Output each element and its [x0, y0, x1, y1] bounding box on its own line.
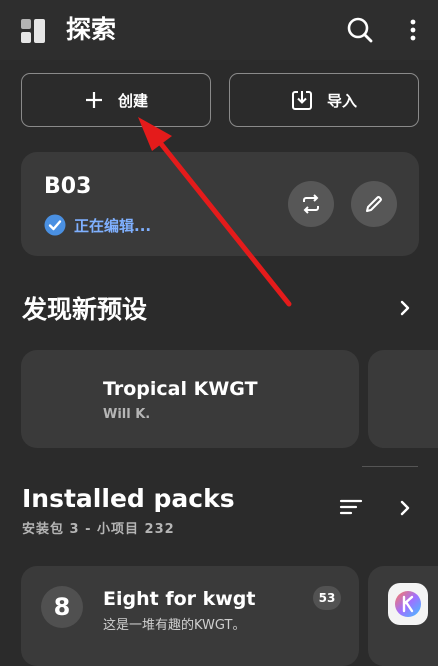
pack-count-badge: 53 [313, 586, 341, 610]
divider [362, 466, 418, 467]
create-button-label: 创建 [117, 91, 148, 110]
preset-card-next[interactable] [368, 350, 438, 448]
more-vert-icon[interactable] [404, 15, 422, 45]
preset-card-author: Will K. [103, 407, 151, 422]
preset-status-text: 正在编辑... [74, 216, 152, 235]
installed-heading: Installed packs [22, 484, 235, 513]
top-app-bar: 探索 [0, 0, 438, 60]
search-icon[interactable] [345, 15, 375, 45]
chevron-right-icon[interactable] [397, 498, 413, 518]
pack-card[interactable]: 8 Eight for kwgt 这是一堆有趣的KWGT。 53 [21, 566, 359, 666]
pack-description: 这是一堆有趣的KWGT。 [103, 618, 246, 633]
pencil-icon [366, 196, 382, 212]
discover-heading: 发现新预设 [22, 295, 148, 324]
import-button[interactable]: 导入 [229, 73, 419, 127]
preset-card-name: Tropical KWGT [103, 378, 258, 400]
sync-button[interactable] [288, 181, 334, 227]
pack-icon: 8 [41, 586, 83, 628]
sync-icon [303, 194, 319, 214]
pack-card-next[interactable] [368, 566, 438, 666]
current-preset-card[interactable]: B03 正在编辑... [21, 152, 419, 256]
create-button[interactable]: 创建 [21, 73, 211, 127]
preset-card[interactable]: Tropical KWGT Will K. [21, 350, 359, 448]
installed-subtitle: 安装包 3 - 小项目 232 [22, 522, 175, 537]
sort-icon[interactable] [339, 497, 363, 517]
check-circle-icon [44, 214, 66, 236]
plus-icon [85, 92, 102, 108]
kwgt-logo-icon [388, 583, 428, 625]
pack-name: Eight for kwgt [103, 588, 256, 610]
widget-grid-icon[interactable] [21, 19, 45, 43]
preset-name: B03 [44, 174, 92, 199]
import-download-icon [291, 91, 312, 110]
import-button-label: 导入 [326, 91, 357, 110]
chevron-right-icon[interactable] [397, 298, 413, 318]
preset-status: 正在编辑... [44, 214, 151, 236]
edit-button[interactable] [351, 181, 397, 227]
page-title: 探索 [66, 15, 117, 44]
